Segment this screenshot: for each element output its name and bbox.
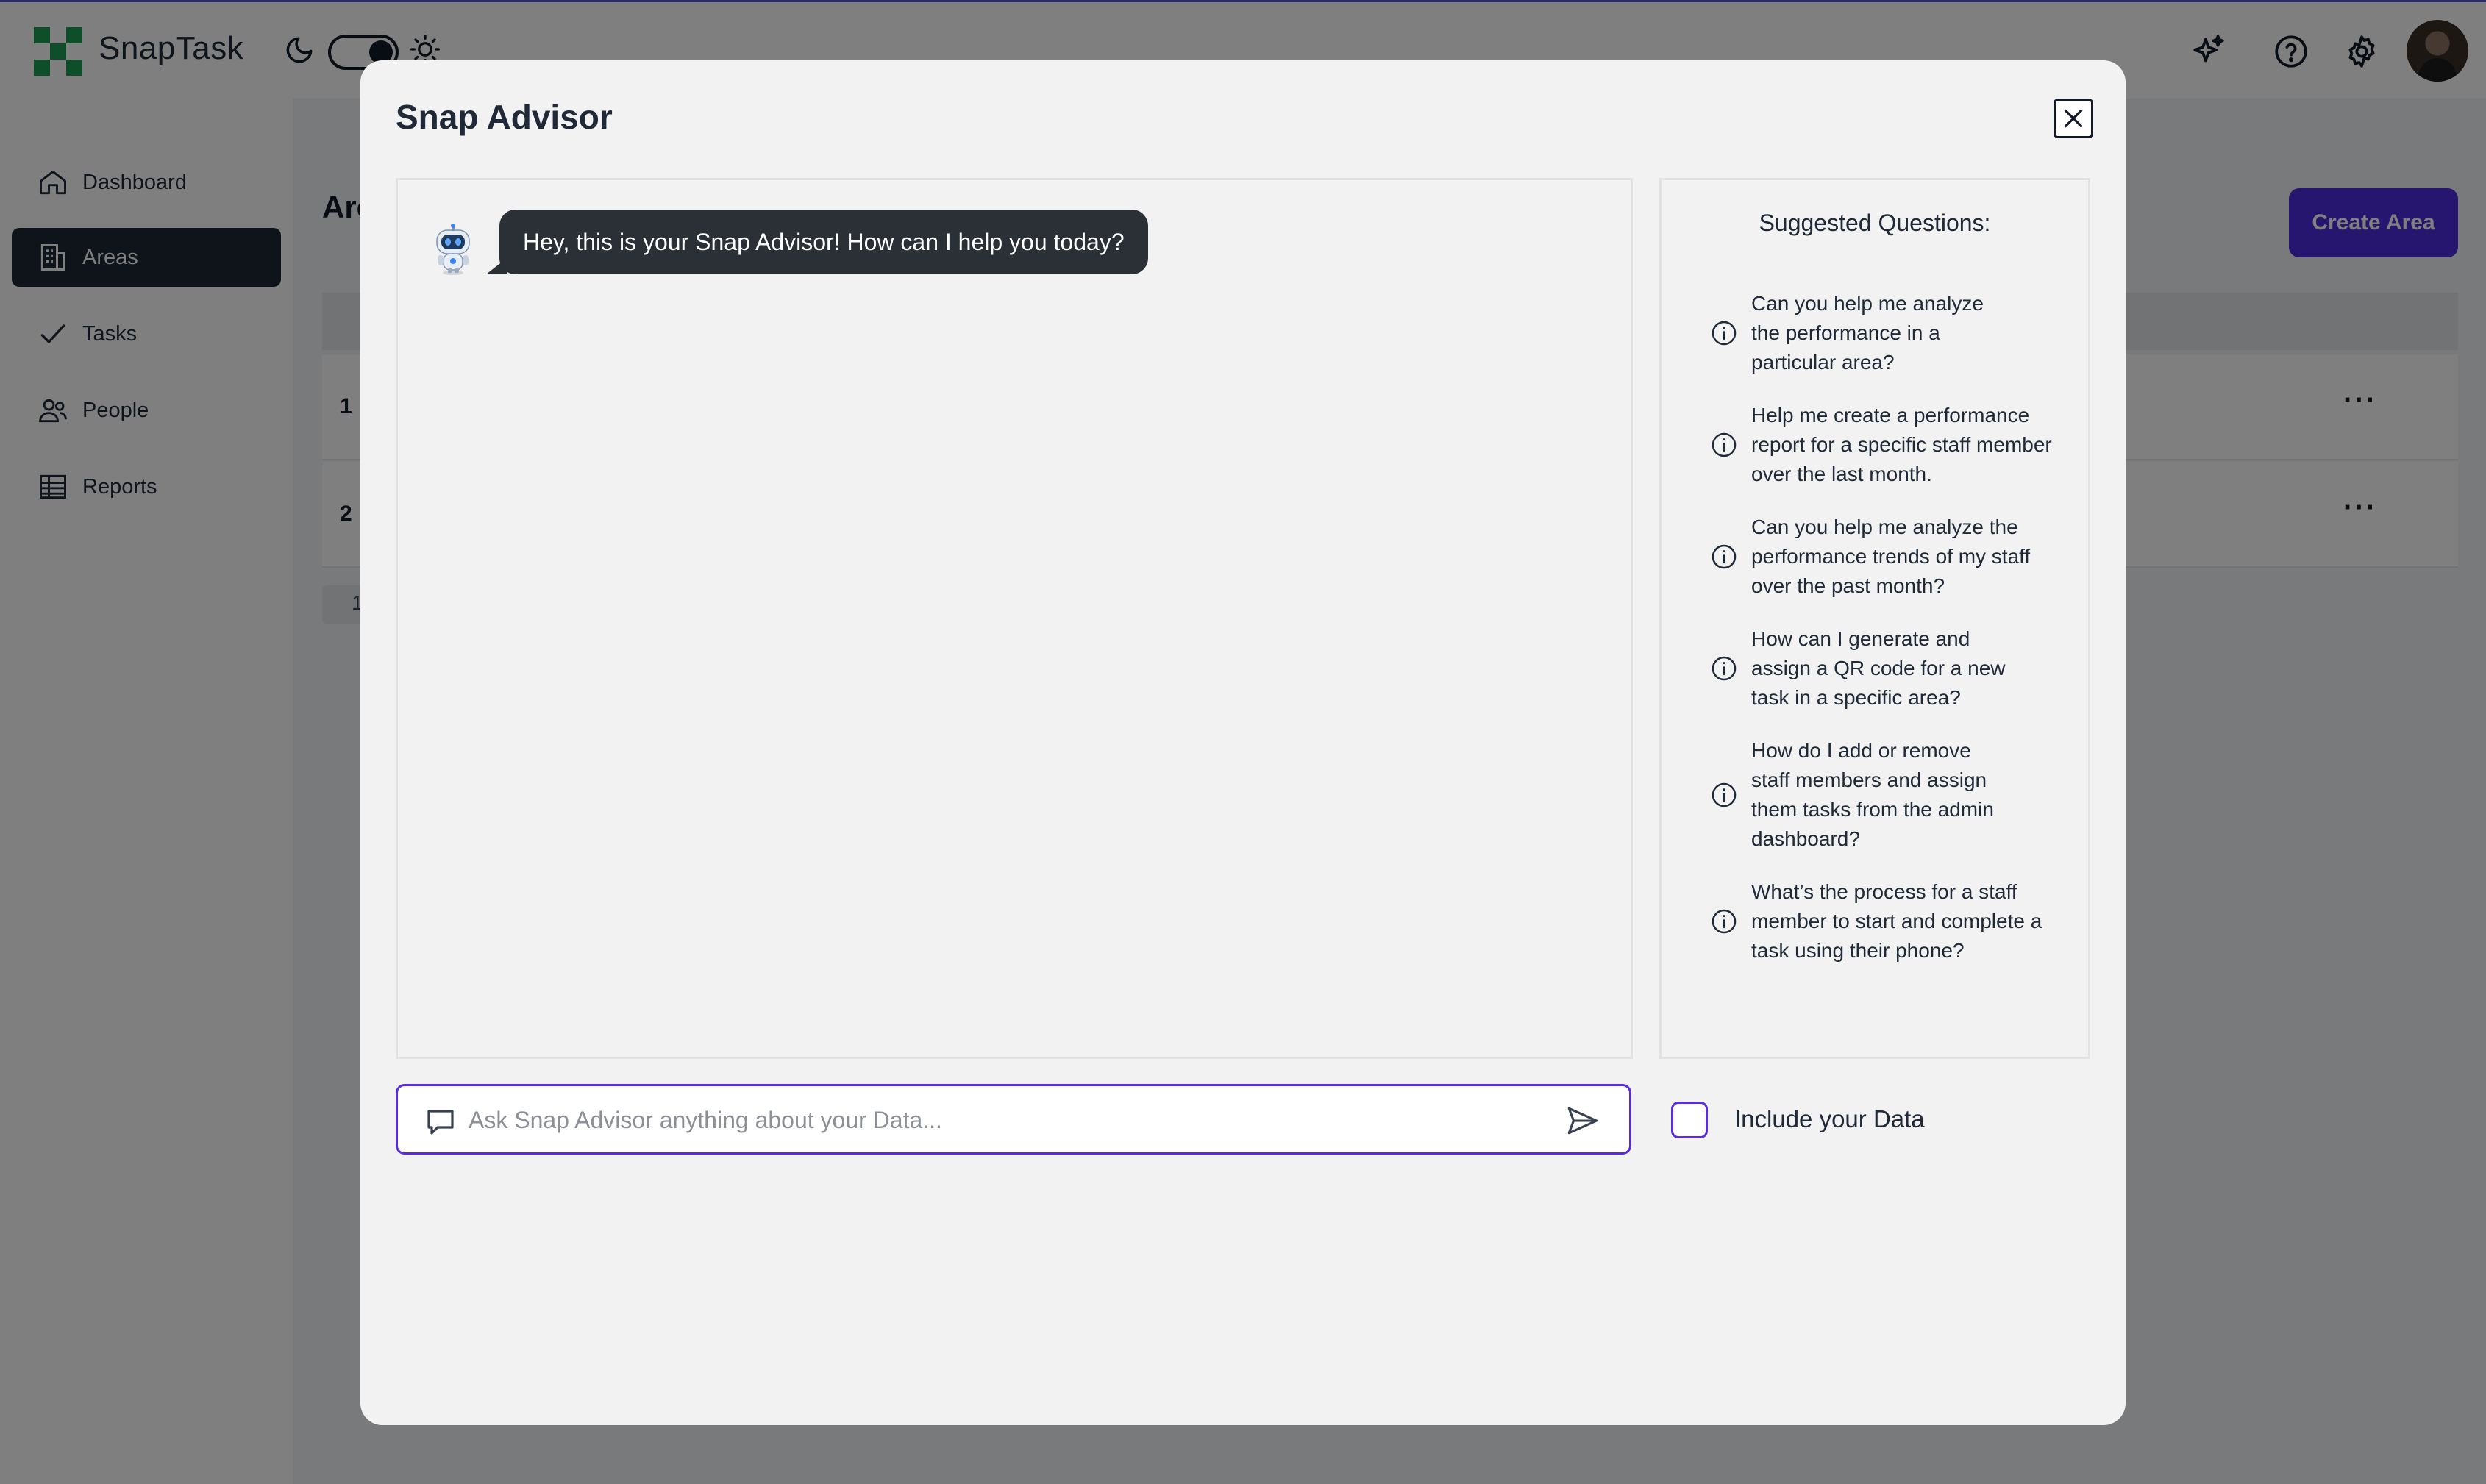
suggested-question-text: How do I add or remove staff members and… bbox=[1751, 739, 1994, 850]
include-data-label: Include your Data bbox=[1734, 1105, 1925, 1132]
suggested-question[interactable]: How do I add or remove staff members and… bbox=[1710, 736, 2078, 854]
robot-icon bbox=[436, 224, 470, 275]
chat-bubble-icon bbox=[427, 1110, 454, 1135]
info-icon bbox=[1712, 432, 1737, 457]
suggested-question-text: What’s the process for a staff member to… bbox=[1751, 880, 2042, 962]
suggested-question[interactable]: Can you help me analyze the performance … bbox=[1710, 513, 2078, 601]
suggested-question-text: How can I generate and assign a QR code … bbox=[1751, 627, 2006, 709]
info-icon bbox=[1712, 909, 1737, 934]
send-icon[interactable] bbox=[1564, 1102, 1601, 1139]
suggested-question[interactable]: How can I generate and assign a QR code … bbox=[1710, 624, 2078, 713]
bot-message: Hey, this is your Snap Advisor! How can … bbox=[486, 210, 1148, 274]
suggested-question-text: Can you help me analyze the performance … bbox=[1751, 292, 1984, 374]
close-button[interactable] bbox=[2054, 99, 2093, 138]
info-icon bbox=[1712, 321, 1737, 346]
suggested-questions-panel: Suggested Questions: Can you help me ana… bbox=[1659, 178, 2090, 1059]
suggested-question-text: Help me create a performance report for … bbox=[1751, 404, 2052, 485]
info-icon bbox=[1712, 782, 1737, 807]
info-icon bbox=[1712, 656, 1737, 681]
suggestions-title: Suggested Questions: bbox=[1759, 210, 1991, 236]
include-data-checkbox[interactable] bbox=[1671, 1102, 1708, 1138]
advisor-question-input[interactable] bbox=[469, 1098, 1542, 1142]
snap-advisor-modal: Snap Advisor Hey, this is your Snap Advi… bbox=[360, 60, 2126, 1425]
suggested-question[interactable]: Help me create a performance report for … bbox=[1710, 401, 2078, 489]
suggested-question[interactable]: What’s the process for a staff member to… bbox=[1710, 877, 2078, 966]
suggested-question-text: Can you help me analyze the performance … bbox=[1751, 516, 2031, 597]
modal-title: Snap Advisor bbox=[396, 98, 613, 136]
chat-panel: Hey, this is your Snap Advisor! How can … bbox=[396, 178, 1633, 1059]
info-icon bbox=[1712, 544, 1737, 569]
suggested-question[interactable]: Can you help me analyze the performance … bbox=[1710, 289, 2078, 377]
advisor-input-box bbox=[396, 1084, 1631, 1155]
close-icon bbox=[2064, 109, 2083, 128]
